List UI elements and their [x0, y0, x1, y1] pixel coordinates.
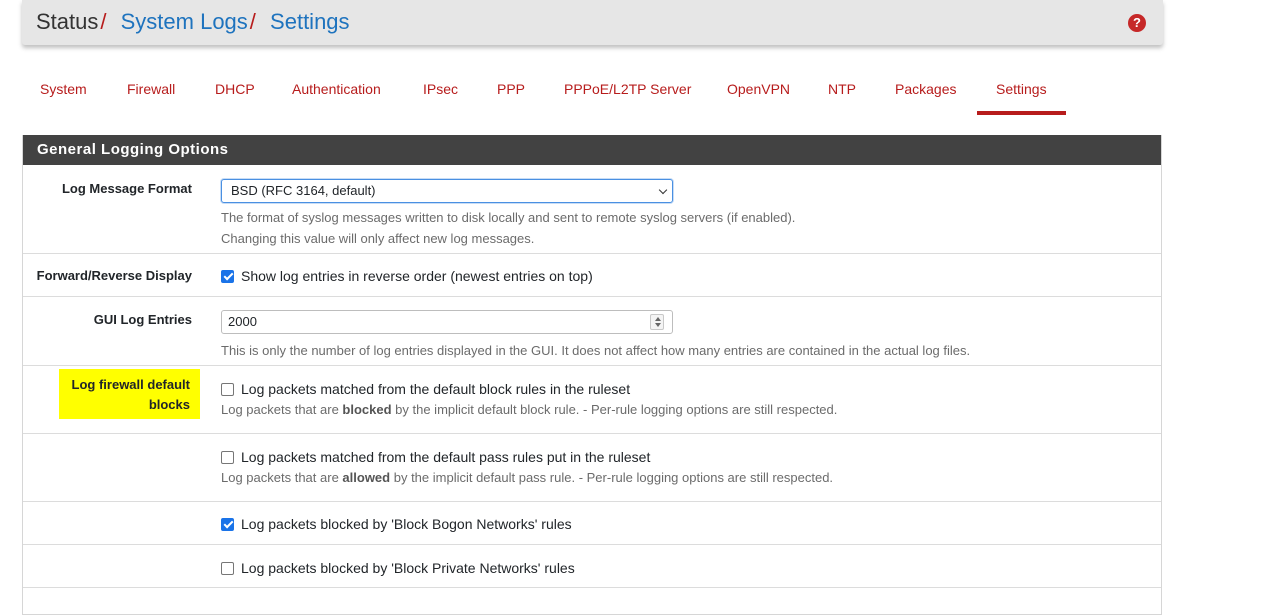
log-format-label: Log Message Format	[61, 181, 192, 196]
breadcrumb-separator: /	[249, 9, 256, 34]
default-block-checkbox-label[interactable]: Log packets matched from the default blo…	[241, 381, 630, 397]
default-pass-checkbox-label[interactable]: Log packets matched from the default pas…	[241, 449, 650, 465]
gui-log-entries-control: 2000 This is only the number of log entr…	[221, 310, 970, 361]
tab-system[interactable]: System	[40, 64, 87, 114]
log-format-control: BSD (RFC 3164, default) The format of sy…	[221, 179, 795, 249]
default-block-control: Log packets matched from the default blo…	[221, 381, 837, 420]
default-pass-checkbox[interactable]	[221, 450, 234, 464]
tab-dhcp[interactable]: DHCP	[215, 64, 255, 114]
private-checkbox-label[interactable]: Log packets blocked by 'Block Private Ne…	[241, 560, 575, 576]
default-block-help: Log packets that are blocked by the impl…	[221, 402, 838, 417]
log-format-help-1: The format of syslog messages written to…	[221, 210, 796, 225]
log-format-row: Log Message Format BSD (RFC 3164, defaul…	[23, 165, 1161, 254]
gui-log-entries-label: GUI Log Entries	[93, 312, 192, 327]
panel-title: General Logging Options	[23, 135, 1161, 165]
reverse-display-checkbox[interactable]	[221, 269, 234, 283]
default-pass-help: Log packets that are allowed by the impl…	[221, 470, 834, 485]
tab-openvpn[interactable]: OpenVPN	[727, 64, 790, 114]
bogon-row: Log packets blocked by 'Block Bogon Netw…	[23, 502, 1161, 545]
tab-ntp[interactable]: NTP	[828, 64, 856, 114]
tab-pppoe-l2tp-server[interactable]: PPPoE/L2TP Server	[564, 64, 691, 114]
private-row: Log packets blocked by 'Block Private Ne…	[23, 545, 1161, 588]
general-logging-panel: General Logging Options Log Message Form…	[22, 135, 1162, 615]
reverse-display-label: Forward/Reverse Display	[36, 268, 192, 283]
breadcrumb: Status/ System Logs/ Settings	[36, 10, 350, 34]
breadcrumb-settings-link[interactable]: Settings	[270, 9, 350, 34]
gui-log-entries-value: 2000	[228, 314, 257, 329]
private-control: Log packets blocked by 'Block Private Ne…	[221, 560, 575, 576]
breadcrumb-status: Status	[36, 9, 99, 34]
tab-packages[interactable]: Packages	[895, 64, 956, 114]
reverse-display-control: Show log entries in reverse order (newes…	[221, 268, 593, 284]
default-pass-control: Log packets matched from the default pas…	[221, 449, 833, 488]
tab-ppp[interactable]: PPP	[497, 64, 525, 114]
reverse-display-checkbox-label[interactable]: Show log entries in reverse order (newes…	[241, 268, 593, 284]
question-circle-icon[interactable]: ?	[1128, 14, 1146, 32]
breadcrumb-separator: /	[100, 9, 107, 34]
bogon-control: Log packets blocked by 'Block Bogon Netw…	[221, 516, 572, 532]
bogon-checkbox-label[interactable]: Log packets blocked by 'Block Bogon Netw…	[241, 516, 572, 532]
tab-ipsec[interactable]: IPsec	[423, 64, 458, 114]
gui-log-entries-help: This is only the number of log entries d…	[221, 343, 971, 358]
log-format-help-2: Changing this value will only affect new…	[221, 231, 535, 246]
bogon-checkbox[interactable]	[221, 517, 234, 531]
gui-log-entries-row: GUI Log Entries 2000 This is only the nu…	[23, 297, 1161, 366]
default-block-checkbox[interactable]	[221, 382, 234, 396]
log-format-value: BSD (RFC 3164, default)	[231, 183, 376, 198]
reverse-display-row: Forward/Reverse Display Show log entries…	[23, 254, 1161, 297]
page-header: Status/ System Logs/ Settings ?	[22, 0, 1163, 45]
gui-log-entries-input[interactable]: 2000	[221, 310, 673, 334]
tab-settings[interactable]: Settings	[977, 64, 1066, 115]
number-spinner-icon[interactable]	[650, 314, 664, 330]
breadcrumb-system-logs-link[interactable]: System Logs	[121, 9, 248, 34]
private-checkbox[interactable]	[221, 561, 234, 575]
default-block-row: Log firewall default blocks Log packets …	[23, 366, 1161, 434]
chevron-down-icon	[658, 185, 668, 195]
log-format-select[interactable]: BSD (RFC 3164, default)	[221, 179, 673, 203]
default-pass-row: Log packets matched from the default pas…	[23, 434, 1161, 502]
tab-authentication[interactable]: Authentication	[292, 64, 381, 114]
default-blocks-label: Log firewall default blocks	[59, 369, 200, 419]
tab-firewall[interactable]: Firewall	[127, 64, 175, 114]
